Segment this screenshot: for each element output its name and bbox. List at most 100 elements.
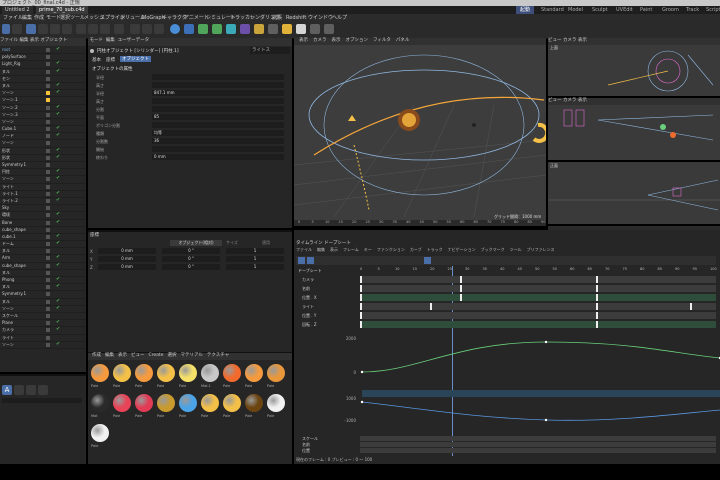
visibility-dot[interactable] [46, 328, 50, 333]
tag-check-icon[interactable]: ✔ [56, 326, 60, 332]
timeline-menu-item[interactable]: カーブ [410, 247, 422, 252]
move-tool-icon[interactable] [38, 24, 48, 34]
field-icon[interactable] [254, 24, 264, 34]
attr-field-value[interactable] [152, 122, 284, 128]
coord-apply-button[interactable]: 適用 [262, 240, 270, 246]
world-coords-icon[interactable] [114, 24, 124, 34]
object-row[interactable]: ソーン ✔ [0, 175, 86, 184]
object-row[interactable]: Sky [0, 205, 86, 213]
document-tab-active[interactable]: prime_70_sub.c4d [36, 6, 88, 14]
attr-tab-basic[interactable]: 基本 [92, 57, 101, 63]
attr-field-value[interactable]: 0 mm [152, 154, 284, 160]
material-menu-item[interactable]: 表示 [118, 353, 127, 358]
top-vp-menu-view[interactable]: ビュー [548, 38, 562, 43]
object-row[interactable]: ドーム ✔ [0, 240, 86, 249]
tag-check-icon[interactable]: ✔ [56, 233, 60, 239]
material-swatch[interactable]: Mat [90, 394, 110, 422]
redo-icon[interactable] [12, 24, 22, 34]
visibility-dot[interactable] [46, 234, 50, 239]
coord-position-field[interactable]: 0 mm [98, 256, 156, 262]
object-row[interactable]: ヌル ✔ [0, 68, 86, 76]
right-vp-menu-camera[interactable]: カメラ [563, 98, 577, 103]
tool-input[interactable] [2, 398, 82, 403]
material-menu-item[interactable]: Create [149, 353, 164, 358]
menu-tools[interactable]: ツール [70, 14, 85, 22]
om-menu-file[interactable]: ファイル [0, 38, 18, 43]
object-row[interactable]: ソーン ✔ [0, 305, 86, 313]
y-axis-icon[interactable] [88, 24, 98, 34]
object-row[interactable]: セン [0, 76, 86, 83]
viewport-menu-item[interactable]: フィルタ [373, 38, 391, 43]
material-swatch[interactable]: Pale [266, 364, 286, 392]
object-row[interactable]: ソーン ✔ [0, 89, 86, 98]
coord-mode-dropdown[interactable]: オブジェクト(相対) [170, 240, 222, 246]
visibility-dot[interactable] [46, 198, 50, 203]
attr-menu-edit[interactable]: 編集 [106, 38, 115, 43]
viewport-menu-item[interactable]: パネル [396, 38, 410, 43]
fcurve-mode-icon[interactable] [307, 257, 314, 264]
object-row[interactable]: 形状 ✔ [0, 154, 86, 162]
keyframe[interactable] [460, 285, 462, 292]
tag-check-icon[interactable]: ✔ [56, 262, 60, 268]
visibility-dot[interactable] [46, 134, 50, 139]
viewport-menu-item[interactable]: 表示 [332, 38, 341, 43]
coord-scale-field[interactable]: 1 [226, 256, 284, 262]
floor-icon[interactable] [310, 24, 320, 34]
visibility-dot[interactable] [46, 141, 50, 146]
layout-script[interactable]: Script [706, 6, 720, 14]
coord-scale-field[interactable]: 1 [226, 248, 284, 254]
object-row[interactable]: ヌル ✔ [0, 283, 86, 292]
visibility-dot[interactable] [46, 335, 50, 340]
object-row[interactable]: ノード ✔ [0, 132, 86, 141]
visibility-dot[interactable] [46, 127, 50, 132]
keyframe[interactable] [360, 294, 362, 301]
material-swatch[interactable]: Pale [90, 364, 110, 392]
align-center-icon[interactable] [26, 385, 36, 395]
object-row[interactable]: Light_Rig ✔ [0, 60, 86, 69]
visibility-dot[interactable] [46, 163, 50, 167]
menu-window[interactable]: ウインドウ [308, 14, 333, 22]
tag-check-icon[interactable]: ✔ [56, 89, 60, 95]
key-tool-icon[interactable] [424, 257, 431, 264]
attr-field-value[interactable] [152, 106, 284, 112]
timeline-menu-item[interactable]: 編集 [317, 247, 325, 252]
scale-tool-icon[interactable] [50, 24, 60, 34]
timeline-menu-item[interactable]: フレーム [343, 247, 359, 252]
sky-icon[interactable] [324, 24, 334, 34]
visibility-dot[interactable] [46, 263, 50, 268]
object-row[interactable]: ソーン.3 ✔ [0, 111, 86, 119]
material-menu-item[interactable]: 作成 [92, 353, 101, 358]
right-vp-menu-view[interactable]: ビュー [548, 98, 562, 103]
coord-position-field[interactable]: 0 mm [98, 248, 156, 254]
array-icon[interactable] [212, 24, 222, 34]
object-row[interactable]: ソーン [0, 140, 86, 148]
visibility-dot[interactable] [46, 321, 50, 326]
keyframe[interactable] [430, 303, 432, 310]
visibility-dot[interactable] [46, 292, 50, 297]
tag-check-icon[interactable]: ✔ [56, 147, 60, 153]
object-row[interactable]: カメラ ✔ [0, 326, 86, 335]
material-swatch[interactable]: Pale [244, 364, 264, 392]
menu-help[interactable]: ヘルプ [332, 14, 347, 22]
layout-paint[interactable]: Paint [640, 6, 652, 14]
coord-position-field[interactable]: 0 mm [98, 264, 156, 270]
pen-spline-icon[interactable] [184, 24, 194, 34]
material-menu-item[interactable]: 選択 [167, 353, 176, 358]
menu-extensions[interactable]: 拡張 [272, 14, 282, 22]
object-row[interactable]: 環境 ✔ [0, 211, 86, 220]
material-swatch[interactable]: Pale [222, 364, 242, 392]
material-swatch[interactable]: Pale [222, 394, 242, 422]
timeline-menu-item[interactable]: ファイル [296, 247, 312, 252]
layout-groom[interactable]: Groom [662, 6, 679, 14]
align-right-icon[interactable] [38, 385, 48, 395]
deformer-icon[interactable] [240, 24, 250, 34]
tag-check-icon[interactable]: ✔ [56, 254, 60, 260]
visibility-dot[interactable] [46, 270, 50, 275]
layout-startup[interactable]: 起動 [516, 6, 535, 14]
keyframe[interactable] [360, 303, 362, 310]
keyframe[interactable] [360, 321, 362, 328]
light-icon[interactable] [296, 24, 306, 34]
object-row[interactable]: cube.1 ✔ [0, 233, 86, 242]
keyframe[interactable] [460, 294, 462, 301]
visibility-dot[interactable] [46, 306, 50, 311]
